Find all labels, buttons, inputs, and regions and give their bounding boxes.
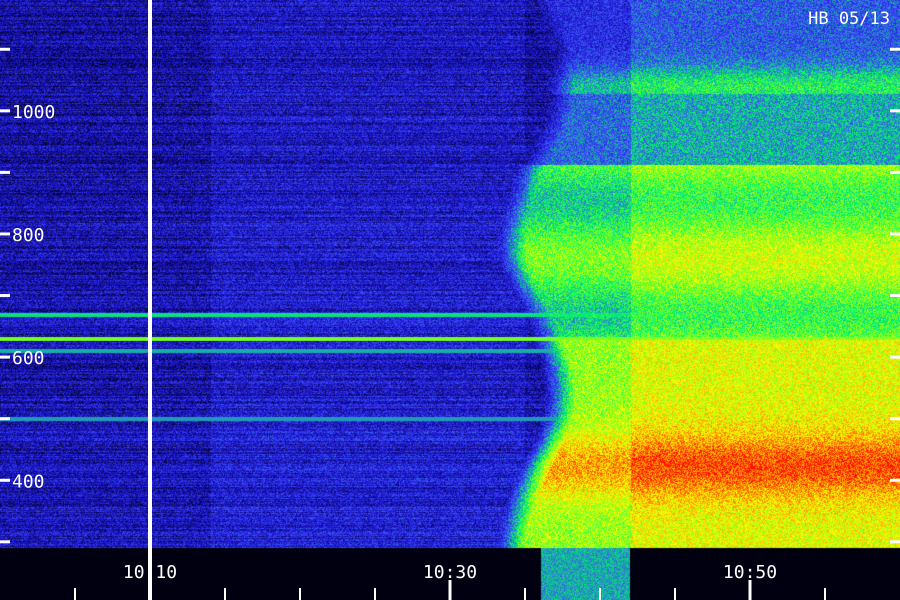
spectrogram-chart: 1000 800 600 400 10:10 10:30 10:50 HB 05/13 <box>0 0 900 600</box>
y-tick-label: 600 <box>12 348 45 369</box>
spectrogram-heatmap <box>0 0 900 600</box>
x-tick-label: 10:30 <box>423 562 477 583</box>
x-tick-label: 10:50 <box>723 562 777 583</box>
y-tick-label: 400 <box>12 471 45 492</box>
corner-label: HB 05/13 <box>808 9 890 29</box>
x-tick-label: 10:10 <box>123 562 177 583</box>
y-tick-label: 800 <box>12 225 45 246</box>
y-tick-label: 1000 <box>12 102 55 123</box>
